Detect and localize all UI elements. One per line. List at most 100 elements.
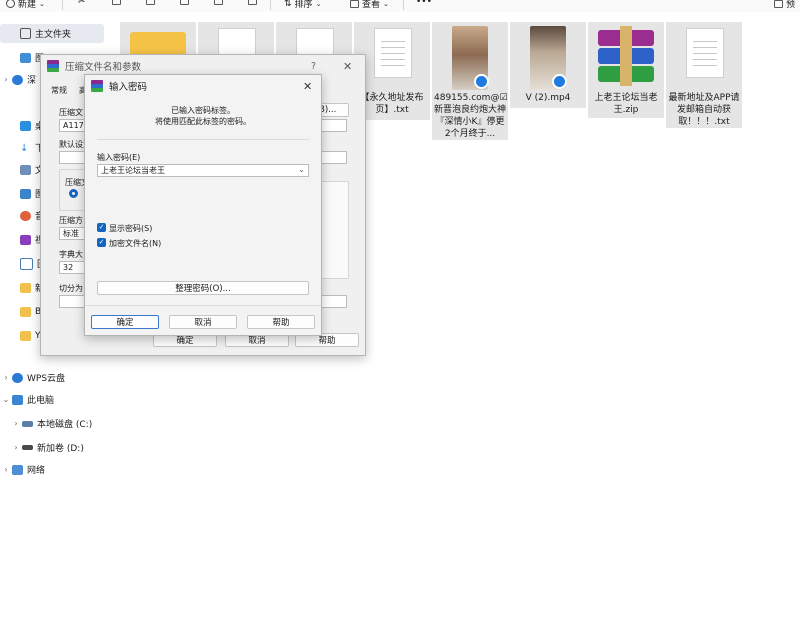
preview-button[interactable]: 预 [774,0,795,10]
help-button[interactable]: ? [311,61,316,72]
file-label: V (2).mp4 [525,93,571,103]
sidebar-item-desktop[interactable]: 桌 [0,116,44,135]
sidebar-item-cloud[interactable]: › 深 [0,70,36,89]
chevron-down-icon[interactable]: ⌄ [298,165,305,174]
cloud-icon [12,372,23,383]
close-icon[interactable]: ✕ [343,60,352,73]
sidebar-item-drive-d[interactable]: › 新加卷 (D:) [10,438,83,457]
password-label: 输入密码(E) [97,153,141,162]
message-line-2: 将使用匹配此标签的密码。 [155,117,251,126]
ok-button[interactable]: 确定 [91,315,159,329]
folder-icon [20,330,31,341]
command-bar: 新建 ⌄ ✂ ⇅ 排序 ⌄ 查看 ⌄ ••• 预 [0,0,800,12]
chevron-down-icon: ⌄ [39,0,45,8]
winrar-icon [47,60,59,72]
new-button[interactable]: 新建 ⌄ [6,0,45,10]
sidebar-item-this-pc[interactable]: ⌄ 此电脑 [0,390,54,409]
edge-icon [474,74,489,89]
trash-icon [248,0,257,5]
dictionary-label: 字典大 [59,250,83,259]
dialog-title: 压缩文件名和参数 [65,62,142,73]
view-button[interactable]: 查看 ⌄ [350,0,389,10]
chevron-right-icon[interactable]: › [10,443,22,452]
encrypt-names-checkbox[interactable]: ✓ [97,238,106,247]
sidebar-item-folder-new[interactable]: 新 [0,278,44,297]
copy-icon [112,0,121,5]
text-file-icon [686,28,724,78]
cloud-icon [12,74,23,85]
chevron-right-icon[interactable]: › [0,373,12,382]
help-button[interactable]: 帮助 [247,315,315,329]
sidebar-item-videos[interactable]: 视 [0,230,44,249]
chevron-right-icon[interactable]: › [10,419,22,428]
file-label: 最新地址及APP请发邮箱自动获取！！！.txt [668,93,740,127]
file-label: 489155.com@☑新晋泡良约炮大神『深情小K』停更2个月终于... [434,93,508,139]
sidebar-item-gallery[interactable]: 图 [0,48,44,67]
winrar-icon [91,80,103,92]
rename-icon [180,0,189,5]
close-icon[interactable]: ✕ [303,80,312,93]
show-password-label: 显示密码(S) [109,224,153,233]
tab-general[interactable]: 常规 [51,85,67,96]
recycle-bin-icon [20,257,33,270]
chevron-right-icon[interactable]: › [0,75,12,84]
format-radio[interactable] [69,189,78,198]
archive-name-label: 压缩文 [59,108,83,117]
message-line-1: 已输入密码标签。 [171,106,235,115]
file-tile-zip[interactable]: 上老王论坛当老王.zip [588,22,664,118]
divider [97,139,309,140]
sidebar-item-pictures[interactable]: 图 [0,184,44,203]
sidebar-item-home[interactable]: 主文件夹 [0,24,104,43]
edge-icon [552,74,567,89]
folder-icon [20,282,31,293]
gallery-icon [20,52,31,63]
music-icon [20,210,31,221]
drive-icon [22,420,33,427]
preview-pane-icon [774,0,783,8]
chevron-down-icon: ⌄ [315,0,322,8]
sidebar-item-network[interactable]: › 网络 [0,460,45,479]
copy-button[interactable] [112,0,121,5]
enter-password-dialog: 输入密码 ✕ 已输入密码标签。 将使用匹配此标签的密码。 输入密码(E) 上老王… [84,74,322,336]
sidebar-item-wps-cloud[interactable]: › WPS云盘 [0,368,65,387]
sidebar-item-music[interactable]: 音 [0,206,44,225]
more-button[interactable]: ••• [416,0,432,7]
scissors-icon: ✂ [78,0,86,7]
video-icon [20,234,31,245]
paste-icon [146,0,155,5]
cancel-button[interactable]: 取消 [169,315,237,329]
file-label: 【永久地址发布页】.txt [360,93,424,115]
file-tile-video-2[interactable]: V (2).mp4 [510,22,586,108]
home-icon [20,28,31,39]
sidebar-item-documents[interactable]: 文 [0,160,44,179]
download-icon: ↓ [20,142,29,154]
delete-button[interactable] [248,0,257,5]
share-button[interactable] [214,0,223,5]
encrypt-names-label: 加密文件名(N) [109,239,162,248]
cut-button[interactable]: ✂ [78,0,86,7]
rename-button[interactable] [180,0,189,5]
sort-icon: ⇅ [284,0,292,9]
dialog-title: 输入密码 [109,82,148,93]
document-icon [20,164,31,175]
file-tile-video-1[interactable]: 489155.com@☑新晋泡良约炮大神『深情小K』停更2个月终于... [432,22,508,140]
chevron-down-icon[interactable]: ⌄ [0,395,12,404]
sidebar-item-downloads[interactable]: ↓ 下 [0,138,44,157]
text-file-icon [374,28,412,78]
sidebar-item-drive-c[interactable]: › 本地磁盘 (C:) [10,414,92,433]
organize-passwords-button[interactable]: 整理密码(O)... [97,281,309,295]
file-tile-latest-address[interactable]: 最新地址及APP请发邮箱自动获取！！！.txt [666,22,742,128]
plus-circle-icon [6,0,15,8]
split-label: 切分为 [59,284,83,293]
chevron-right-icon[interactable]: › [0,465,12,474]
view-icon [350,0,359,8]
paste-button[interactable] [146,0,155,5]
folder-icon [20,306,31,317]
chevron-down-icon: ⌄ [383,0,389,8]
desktop-icon [20,120,31,131]
winrar-archive-icon [594,26,658,86]
sort-button[interactable]: ⇅ 排序 ⌄ [284,0,321,10]
show-password-checkbox[interactable]: ✓ [97,223,106,232]
divider [85,305,321,306]
password-field[interactable]: 上老王论坛当老王 ⌄ [97,164,309,177]
